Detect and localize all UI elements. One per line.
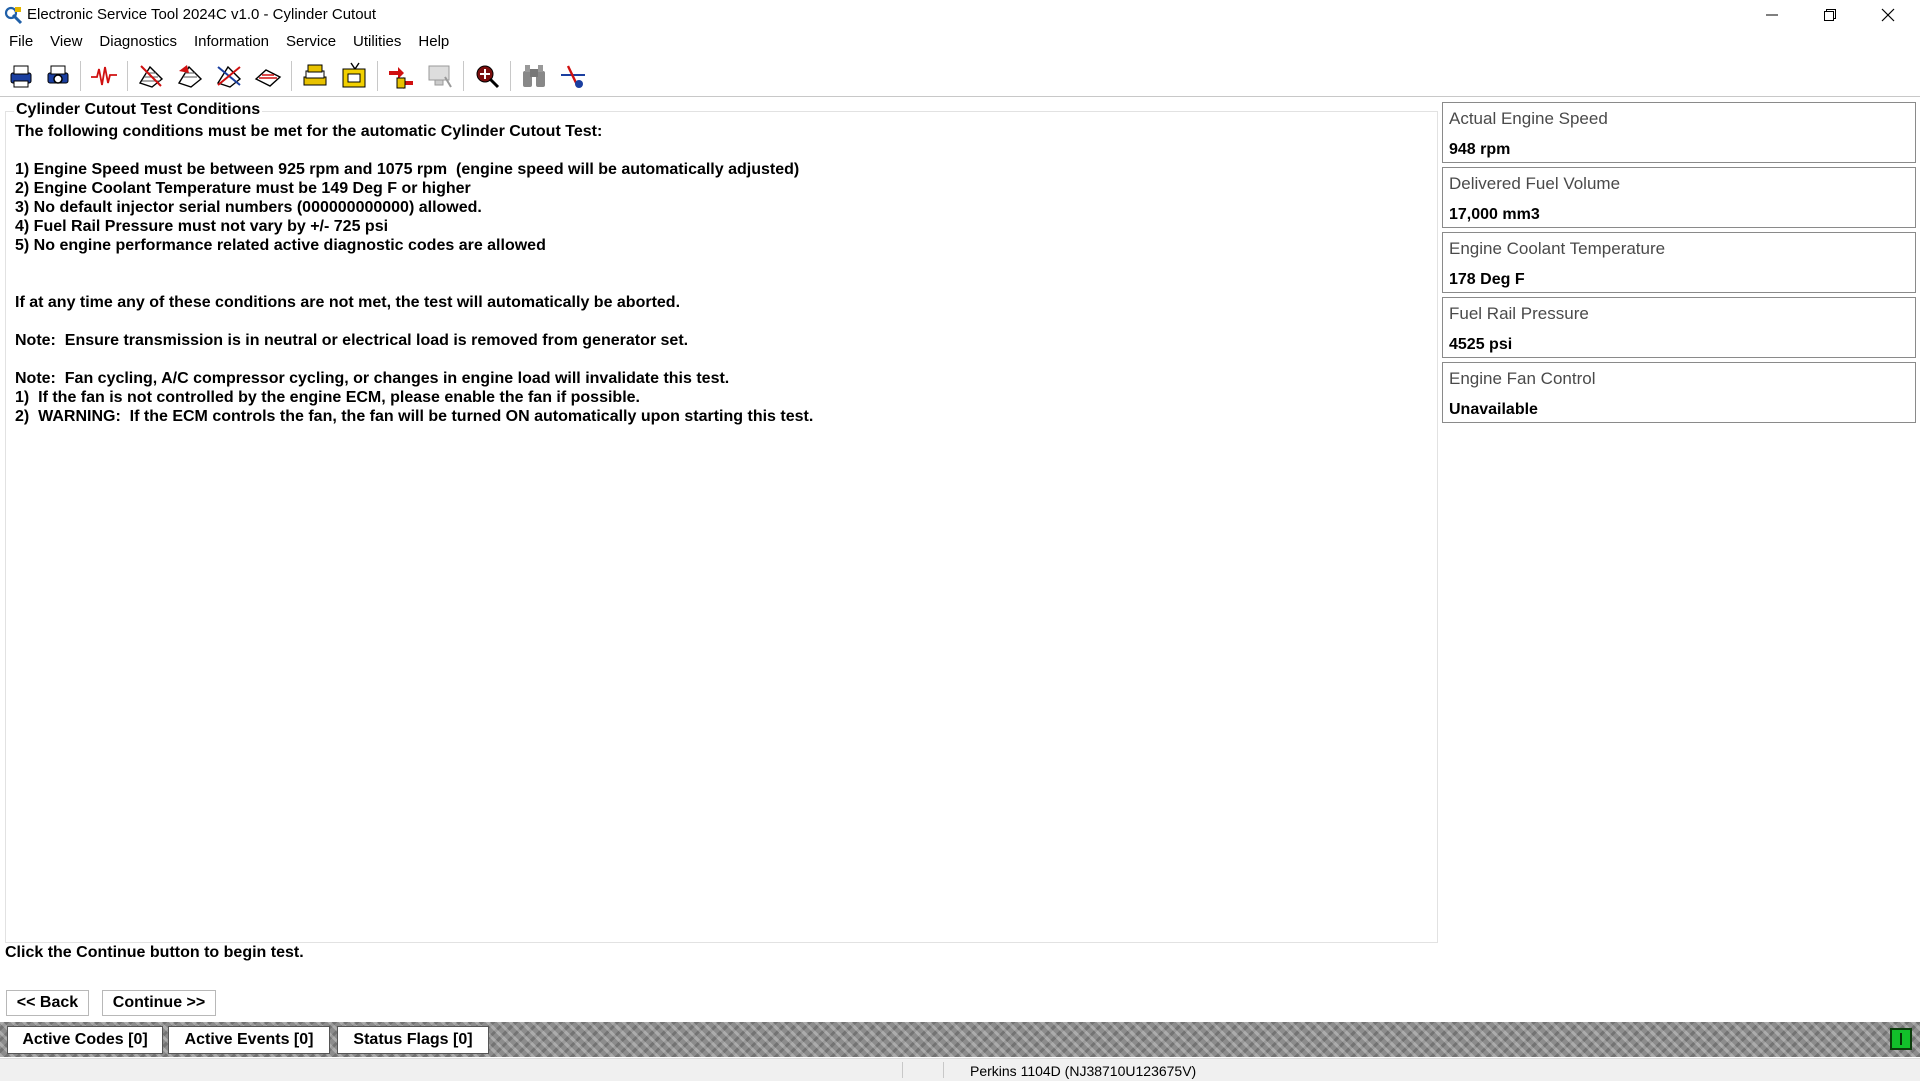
close-button[interactable] [1859, 0, 1917, 29]
conditions-line: If at any time any of these conditions a… [15, 294, 681, 311]
conditions-line: 1) Engine Speed must be between 925 rpm … [15, 161, 800, 178]
conditions-line: 1) If the fan is not controlled by the e… [15, 389, 640, 406]
conditions-line [15, 141, 1415, 160]
param-fuel-rail-pressure: Fuel Rail Pressure 4525 psi [1442, 297, 1916, 358]
menu-bar: File View Diagnostics Information Servic… [0, 29, 1920, 55]
logged-diagnostics-button[interactable] [174, 60, 206, 92]
menu-diagnostics[interactable]: Diagnostics [92, 30, 184, 54]
cylinder-cutout-icon [389, 67, 413, 89]
conditions-group-label: Cylinder Cutout Test Conditions [14, 101, 263, 119]
conditions-line [15, 350, 1415, 369]
app-logo-icon [3, 5, 23, 25]
toolbar-separator [80, 61, 81, 91]
print-button[interactable] [5, 60, 37, 92]
toolbar-separator [463, 61, 464, 91]
toolbar [0, 55, 1920, 97]
conditions-line: Note: Ensure transmission is in neutral … [15, 332, 689, 349]
events-icon [216, 65, 242, 88]
configuration-button[interactable] [299, 60, 331, 92]
active-codes-tab[interactable]: Active Codes [0] [7, 1026, 163, 1054]
conditions-line: Note: Fan cycling, A/C compressor cyclin… [15, 370, 730, 387]
toolbar-separator [510, 61, 511, 91]
events-button[interactable] [213, 60, 245, 92]
conditions-line: 5) No engine performance related active … [15, 237, 546, 254]
minimize-button[interactable] [1743, 0, 1801, 29]
param-value: 948 rpm [1449, 141, 1511, 158]
cylinder-cutout-button[interactable] [385, 60, 417, 92]
conditions-line: The following conditions must be met for… [15, 123, 603, 140]
conditions-line: 2) Engine Coolant Temperature must be 14… [15, 180, 471, 197]
param-value: Unavailable [1449, 401, 1538, 418]
title-bar: Electronic Service Tool 2024C v1.0 - Cyl… [0, 0, 1920, 29]
conditions-line [15, 312, 1415, 331]
restore-button[interactable] [1801, 0, 1859, 29]
conditions-line [15, 255, 1415, 274]
menu-service[interactable]: Service [279, 30, 343, 54]
param-engine-fan-control: Engine Fan Control Unavailable [1442, 362, 1916, 423]
menu-utilities[interactable]: Utilities [346, 30, 408, 54]
active-diagnostics-icon [138, 65, 164, 88]
clear-codes-button[interactable] [252, 60, 284, 92]
configuration-icon [303, 64, 327, 86]
param-delivered-fuel-volume: Delivered Fuel Volume 17,000 mm3 [1442, 167, 1916, 228]
clear-codes-icon [254, 69, 282, 87]
param-engine-coolant-temperature: Engine Coolant Temperature 178 Deg F [1442, 232, 1916, 293]
binoculars-button[interactable] [518, 60, 550, 92]
param-name: Actual Engine Speed [1449, 109, 1608, 128]
restore-icon [1824, 8, 1836, 21]
status-waveform-icon [91, 66, 117, 86]
logged-diagnostics-icon [177, 65, 203, 88]
param-name: Engine Fan Control [1449, 369, 1596, 388]
param-value: 4525 psi [1449, 336, 1513, 353]
connection-status-icon [1890, 1028, 1912, 1050]
print-icon [10, 65, 32, 88]
data-link-icon [561, 65, 585, 88]
ecm-summary-button[interactable] [471, 60, 503, 92]
instruction-text: Click the Continue button to begin test. [5, 944, 304, 961]
param-actual-engine-speed: Actual Engine Speed 948 rpm [1442, 102, 1916, 163]
param-value: 178 Deg F [1449, 271, 1525, 288]
menu-information[interactable]: Information [187, 30, 276, 54]
param-name: Delivered Fuel Volume [1449, 174, 1621, 193]
param-value: 17,000 mm3 [1449, 206, 1540, 223]
status-bar: Perkins 1104D (NJ38710U123675V) [0, 1058, 1920, 1081]
param-name: Fuel Rail Pressure [1449, 304, 1589, 323]
continue-button[interactable]: Continue >> [102, 990, 216, 1016]
toolbar-separator [127, 61, 128, 91]
status-button[interactable] [88, 60, 120, 92]
ecm-summary-icon [476, 65, 500, 89]
back-button[interactable]: << Back [6, 990, 89, 1016]
menu-help[interactable]: Help [411, 30, 456, 54]
conditions-line [15, 274, 1415, 293]
close-icon [1881, 8, 1895, 21]
menu-file[interactable]: File [2, 30, 40, 54]
active-diagnostics-button[interactable] [135, 60, 167, 92]
status-bar-separator [943, 1062, 944, 1078]
flash-program-icon [342, 62, 366, 88]
status-flags-tab[interactable]: Status Flags [0] [337, 1026, 489, 1054]
override-icon [428, 65, 452, 88]
active-events-tab[interactable]: Active Events [0] [168, 1026, 330, 1054]
param-name: Engine Coolant Temperature [1449, 239, 1666, 258]
binoculars-icon [523, 65, 545, 87]
conditions-text: The following conditions must be met for… [15, 122, 1415, 426]
flash-program-button[interactable] [338, 60, 370, 92]
status-bar-separator [902, 1062, 903, 1078]
window-title: Electronic Service Tool 2024C v1.0 - Cyl… [27, 6, 377, 23]
toolbar-separator [291, 61, 292, 91]
override-button[interactable] [424, 60, 456, 92]
conditions-line: 2) WARNING: If the ECM controls the fan,… [15, 408, 814, 425]
ecm-identifier: Perkins 1104D (NJ38710U123675V) [970, 1063, 1197, 1079]
toolbar-separator [377, 61, 378, 91]
print-preview-button[interactable] [42, 60, 74, 92]
conditions-line: 4) Fuel Rail Pressure must not vary by +… [15, 218, 389, 235]
data-link-button[interactable] [557, 60, 589, 92]
print-preview-icon [47, 65, 69, 84]
menu-view[interactable]: View [43, 30, 89, 54]
conditions-line: 3) No default injector serial numbers (0… [15, 199, 482, 216]
minimize-icon [1766, 14, 1778, 15]
